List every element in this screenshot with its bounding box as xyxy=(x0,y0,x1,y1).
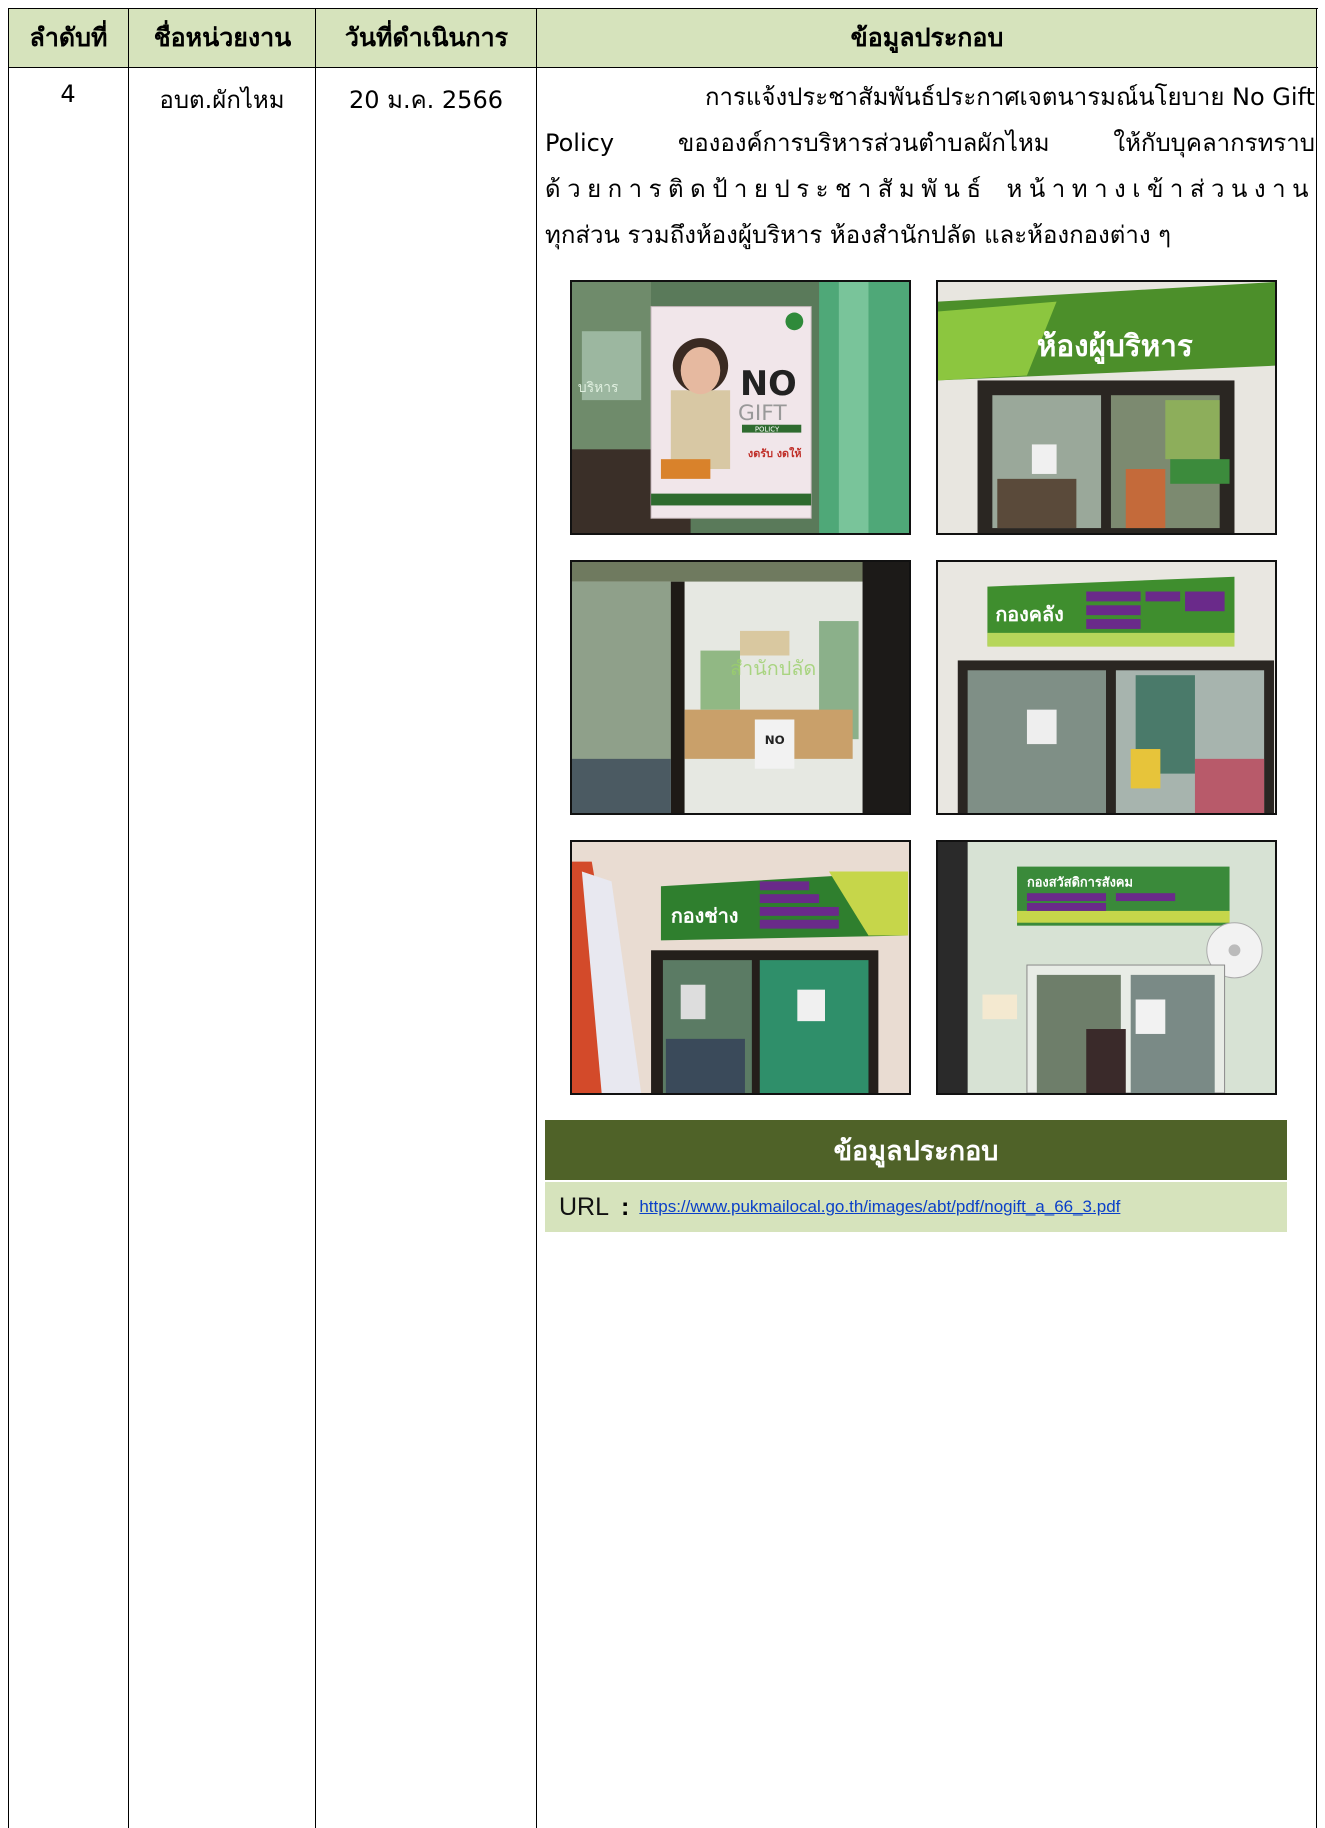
column-divider xyxy=(128,8,129,1828)
poster-gift-text: GIFT xyxy=(738,401,787,426)
small-poster-text: NO xyxy=(765,733,785,747)
description-line: การแจ้งประชาสัมพันธ์ประกาศเจตนารมณ์นโยบา… xyxy=(705,83,1315,111)
photo-engineering-division: กองช่าง xyxy=(570,840,911,1095)
row-description: การแจ้งประชาสัมพันธ์ประกาศเจตนารมณ์นโยบา… xyxy=(545,74,1315,258)
photo-office-glass: สำนักปลัด NO xyxy=(570,560,911,815)
column-divider xyxy=(536,8,537,1828)
info-box-row: URL : https://www.pukmailocal.go.th/imag… xyxy=(545,1182,1287,1232)
column-divider xyxy=(1316,8,1317,1828)
photo-social-welfare-division: กองสวัสดิการสังคม xyxy=(936,840,1277,1095)
header-date: วันที่ดำเนินการ xyxy=(344,23,509,52)
info-box-title: ข้อมูลประกอบ xyxy=(545,1120,1287,1180)
photo-finance-division: กองคลัง xyxy=(936,560,1277,815)
photo-no-gift-poster: บริหาร NO GIFT POLICY งดรับ งดให้ xyxy=(570,280,911,535)
finance-sign-text: กองคลัง xyxy=(995,603,1063,626)
poster-no-text: NO xyxy=(740,364,797,403)
poster-red-text: งดรับ งดให้ xyxy=(748,446,802,460)
header-divider xyxy=(8,67,1318,68)
engineering-sign-text: กองช่าง xyxy=(671,905,739,928)
header-department: ชื่อหน่วยงาน xyxy=(153,23,292,52)
url-label: URL xyxy=(559,1192,610,1221)
header-details: ข้อมูลประกอบ xyxy=(850,23,1004,52)
row-number: 4 xyxy=(60,80,76,108)
photo-executive-room: ห้องผู้บริหาร xyxy=(936,280,1277,535)
glass-office-text: สำนักปลัด xyxy=(730,657,816,680)
description-line: ทุกส่วน รวมถึงห้องผู้บริหาร ห้องสำนักปลั… xyxy=(545,221,1172,249)
row-department: อบต.ผักไหม xyxy=(159,86,285,114)
poster-policy-text: POLICY xyxy=(755,426,780,434)
welfare-sign-text: กองสวัสดิการสังคม xyxy=(1027,875,1133,890)
executive-sign-text: ห้องผู้บริหาร xyxy=(1037,328,1193,365)
column-divider xyxy=(315,8,316,1828)
row-date: 20 ม.ค. 2566 xyxy=(348,86,503,114)
url-colon: : xyxy=(621,1192,630,1221)
wall-sign-text: บริหาร xyxy=(578,380,619,396)
description-line: Policy ขององค์การบริหารส่วนตำบลผักไหม ให… xyxy=(545,129,1315,157)
header-number: ลำดับที่ xyxy=(29,23,108,52)
description-line: ด้วยการติดป้ายประชาสัมพันธ์ หน้าทางเข้าส… xyxy=(545,175,1315,203)
reference-url-link[interactable]: https://www.pukmailocal.go.th/images/abt… xyxy=(639,1197,1120,1217)
